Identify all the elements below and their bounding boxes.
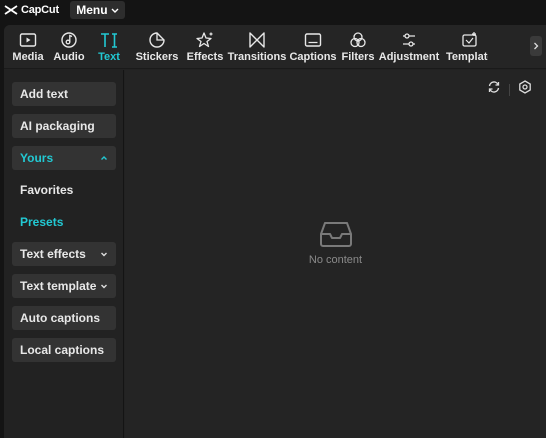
refresh-button[interactable] [487, 80, 501, 99]
sidebar-item-favorites[interactable]: Favorites [20, 183, 73, 197]
chevron-down-icon [111, 8, 119, 13]
menu-label: Menu [76, 3, 108, 17]
sidebar-item-label: Text effects [20, 247, 86, 261]
capcut-logo: CapCut [4, 3, 59, 17]
tab-label: Media [12, 51, 44, 63]
content-toolbar [487, 80, 532, 99]
tab-label: Templates [446, 51, 488, 63]
tab-audio[interactable]: Audio [53, 25, 85, 69]
sidebar-item-label: Local captions [20, 343, 105, 357]
sidebar-item-label: AI packaging [20, 119, 95, 133]
refresh-icon [488, 81, 500, 93]
tab-text[interactable]: Text [96, 25, 122, 69]
capcut-logo-icon [4, 5, 18, 15]
tab-filters[interactable]: Filters [341, 25, 375, 69]
sidebar-item-text-effects[interactable]: Text effects [12, 242, 116, 266]
app-name: CapCut [21, 4, 59, 16]
media-icon [18, 30, 38, 50]
tab-label: Stickers [135, 51, 179, 63]
tab-captions[interactable]: Captions [289, 25, 337, 69]
toolbar: Media Audio Text Stickers Effects Transi… [4, 25, 546, 69]
sidebar-item-add-text[interactable]: Add text [12, 82, 116, 106]
transitions-icon [247, 30, 267, 50]
sidebar-item-label: Presets [20, 215, 64, 229]
sidebar-item-label: Auto captions [20, 311, 100, 325]
sidebar-item-local-captions[interactable]: Local captions [12, 338, 116, 362]
sidebar-item-text-template[interactable]: Text template [12, 274, 116, 298]
chevron-down-icon [101, 252, 107, 257]
text-icon [99, 30, 119, 50]
sidebar-item-ai-packaging[interactable]: AI packaging [12, 114, 116, 138]
tab-label: Text [98, 51, 120, 63]
empty-state-text: No content [308, 254, 363, 266]
chevron-down-icon [101, 284, 107, 289]
tab-label: Audio [53, 51, 85, 63]
tab-label: Transitions [227, 51, 287, 63]
tab-label: Filters [341, 51, 375, 63]
text-sidebar: Add text AI packaging Yours Favorites Pr… [4, 70, 124, 438]
tab-label: Captions [289, 51, 337, 63]
filters-icon [348, 30, 368, 50]
tab-effects[interactable]: Effects [187, 25, 223, 69]
chevron-up-icon [101, 156, 107, 160]
toolbar-scroll-right-button[interactable] [530, 36, 542, 56]
hexagon-settings-icon [519, 80, 531, 94]
captions-icon [303, 30, 323, 50]
divider [509, 83, 510, 96]
sidebar-item-yours[interactable]: Yours [12, 146, 116, 170]
tab-templates[interactable]: Templates [446, 25, 488, 69]
templates-icon [460, 30, 480, 50]
stickers-icon [147, 30, 167, 50]
sidebar-item-label: Favorites [20, 183, 74, 197]
tab-stickers[interactable]: Stickers [135, 25, 179, 69]
tab-label: Adjustment [378, 51, 440, 63]
sidebar-item-presets[interactable]: Presets [20, 215, 63, 229]
tab-label: Effects [186, 51, 224, 63]
sidebar-item-label: Text template [20, 279, 97, 293]
tab-media[interactable]: Media [12, 25, 44, 69]
tab-adjustment[interactable]: Adjustment [378, 25, 440, 69]
sidebar-item-label: Yours [20, 151, 54, 165]
editor-panel: Media Audio Text Stickers Effects Transi… [4, 25, 546, 438]
effects-icon [195, 30, 215, 50]
adjustment-icon [399, 30, 419, 50]
content-area: No content [125, 70, 546, 438]
audio-icon [59, 30, 79, 50]
settings-button[interactable] [518, 80, 532, 99]
tab-transitions[interactable]: Transitions [227, 25, 287, 69]
empty-state: No content [125, 220, 546, 266]
sidebar-item-label: Add text [20, 87, 68, 101]
empty-inbox-icon [319, 222, 352, 247]
menu-button[interactable]: Menu [69, 1, 125, 19]
sidebar-item-auto-captions[interactable]: Auto captions [12, 306, 116, 330]
title-bar: CapCut Menu [0, 0, 546, 20]
chevron-right-icon [534, 42, 539, 50]
